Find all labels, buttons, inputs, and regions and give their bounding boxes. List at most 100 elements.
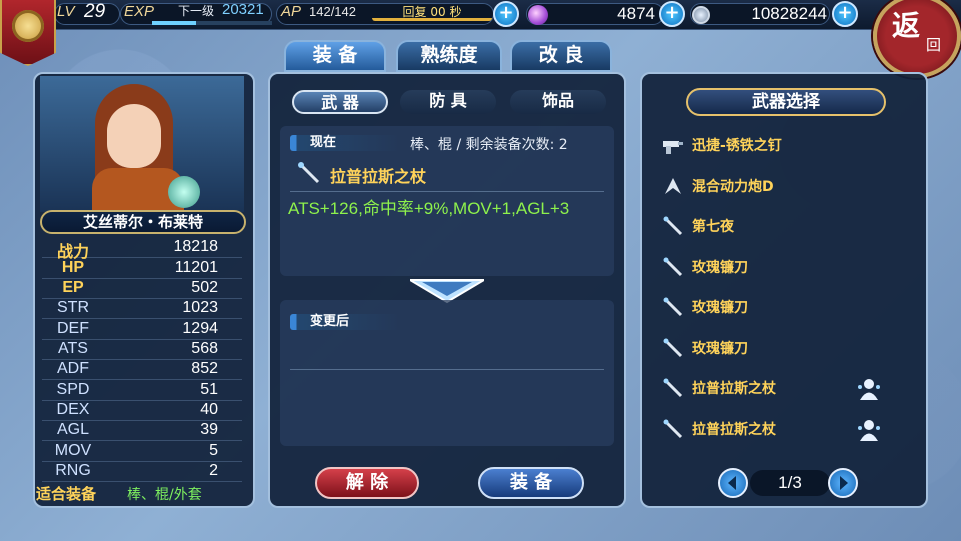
- staff-icon: [298, 162, 320, 184]
- add-coin-button[interactable]: +: [832, 1, 858, 27]
- stat-row: HP 11201: [42, 259, 242, 279]
- subtab-armor[interactable]: 防 具: [400, 90, 496, 114]
- subtab-weapon[interactable]: 武 器: [292, 90, 388, 114]
- divider: [290, 191, 604, 192]
- page-indicator: 1/3: [750, 470, 830, 496]
- staff-icon: [663, 419, 683, 439]
- chevron-left-icon: [728, 476, 736, 490]
- exp-label: EXP: [124, 3, 155, 20]
- stat-row: SPD 51: [42, 381, 242, 401]
- equipped-character-icon: [858, 420, 880, 441]
- weapon-list-item[interactable]: 迅捷-锈铁之钉: [660, 130, 920, 160]
- stat-value: 11201: [174, 259, 218, 276]
- staff-icon: [663, 378, 683, 398]
- weapon-name: 第七夜: [692, 219, 734, 235]
- staff-icon: [663, 297, 683, 317]
- prev-page-button[interactable]: [718, 468, 748, 498]
- ap-label: AP: [281, 3, 302, 20]
- divider: [290, 369, 604, 370]
- stat-value: 1294: [182, 320, 218, 337]
- suitable-equip-label: 适合装备: [36, 485, 97, 503]
- staff-icon: [663, 338, 683, 358]
- portrait-face: [107, 104, 161, 168]
- unequip-button[interactable]: 解 除: [315, 467, 419, 499]
- weapon-list-item[interactable]: 玫瑰镰刀: [660, 333, 920, 363]
- stat-label: MOV: [54, 442, 92, 459]
- weapon-name: 迅捷-锈铁之钉: [692, 138, 782, 154]
- back-button-label: 返: [892, 9, 921, 42]
- stat-label: ADF: [57, 360, 89, 377]
- stat-label: HP: [61, 259, 85, 276]
- stat-value: 51: [200, 381, 218, 398]
- stat-label: ATS: [58, 340, 88, 357]
- stat-label: AGL: [56, 421, 89, 438]
- stat-value: 568: [191, 340, 218, 357]
- stat-row: STR 1023: [42, 299, 242, 319]
- portrait-orb-icon: [168, 176, 200, 208]
- exp-next-label: 下一级: [178, 4, 215, 18]
- current-weapon-stats: ATS+126,命中率+9%,MOV+1,AGL+3: [288, 199, 570, 218]
- stat-value: 5: [209, 442, 218, 459]
- stat-row: DEX 40: [42, 401, 242, 421]
- stat-value: 40: [200, 401, 218, 418]
- weapon-list-item[interactable]: 混合动力炮D: [660, 171, 920, 201]
- exp-value: 20321: [222, 1, 264, 18]
- stat-value: 2: [209, 462, 218, 479]
- weapon-list-item[interactable]: 第七夜: [660, 211, 920, 241]
- tab-improve[interactable]: 改 良: [510, 40, 612, 72]
- weapon-list-item[interactable]: 拉普拉斯之杖: [660, 414, 920, 444]
- stat-label: STR: [57, 299, 89, 316]
- weapon-name: 拉普拉斯之杖: [692, 381, 776, 397]
- weapon-name: 玫瑰镰刀: [692, 300, 748, 316]
- suitable-equip-value: 棒、棍/外套: [127, 487, 202, 503]
- stat-label: EP: [62, 279, 84, 296]
- weapon-list-item[interactable]: 玫瑰镰刀: [660, 252, 920, 282]
- add-gem-button[interactable]: +: [659, 1, 685, 27]
- chevron-right-icon: [840, 476, 848, 490]
- ap-recover-timer: 回复 00 秒: [372, 3, 492, 21]
- equipped-character-icon: [858, 379, 880, 400]
- level-value: 29: [84, 1, 106, 22]
- stat-value: 39: [200, 421, 218, 438]
- stat-row: RNG 2: [42, 462, 242, 482]
- tab-equip[interactable]: 装 备: [284, 40, 386, 72]
- after-change-label: 变更后: [290, 314, 400, 330]
- weapon-select-title: 武器选择: [686, 88, 886, 116]
- gem-icon: [528, 5, 548, 25]
- stat-value: 502: [191, 279, 218, 296]
- character-name: 艾丝蒂尔・布莱特: [40, 210, 246, 234]
- coin-value: 10828244: [751, 4, 827, 23]
- gem-value: 4874: [617, 4, 655, 23]
- next-page-button[interactable]: [828, 468, 858, 498]
- exp-progress-fill: [152, 21, 197, 25]
- stat-row: ADF 852: [42, 360, 242, 380]
- stat-row: AGL 39: [42, 421, 242, 441]
- weapon-list-item[interactable]: 玫瑰镰刀: [660, 292, 920, 322]
- current-weapon-type: 棒、棍 / 剩余装备次数: 2: [410, 137, 568, 153]
- add-ap-button[interactable]: +: [493, 1, 519, 27]
- weapon-name: 玫瑰镰刀: [692, 341, 748, 357]
- stat-label: RNG: [55, 462, 91, 479]
- stat-row: ATS 568: [42, 340, 242, 360]
- stat-row: 战力 18218: [42, 238, 242, 261]
- cannon-icon: [665, 178, 681, 194]
- equip-button[interactable]: 装 备: [478, 467, 584, 499]
- back-button-sublabel: 回: [926, 36, 942, 54]
- level-label: LV: [57, 3, 75, 20]
- coin-icon: [692, 6, 710, 24]
- stat-value: 1023: [182, 299, 218, 316]
- stat-value: 852: [191, 360, 218, 377]
- stat-label: SPD: [56, 381, 90, 398]
- current-weapon-name: 拉普拉斯之杖: [330, 167, 427, 186]
- ap-value: 142/142: [309, 4, 356, 19]
- stat-row: EP 502: [42, 279, 242, 299]
- tab-proficiency[interactable]: 熟练度: [396, 40, 502, 72]
- staff-icon: [663, 216, 683, 236]
- stat-row: DEF 1294: [42, 320, 242, 340]
- gun-icon: [663, 141, 683, 154]
- weapon-list-item[interactable]: 拉普拉斯之杖: [660, 373, 920, 403]
- subtab-accessory[interactable]: 饰品: [510, 90, 606, 114]
- emblem-medal-icon: [12, 10, 44, 42]
- weapon-name: 混合动力炮D: [692, 179, 774, 195]
- current-label: 现在: [290, 135, 400, 151]
